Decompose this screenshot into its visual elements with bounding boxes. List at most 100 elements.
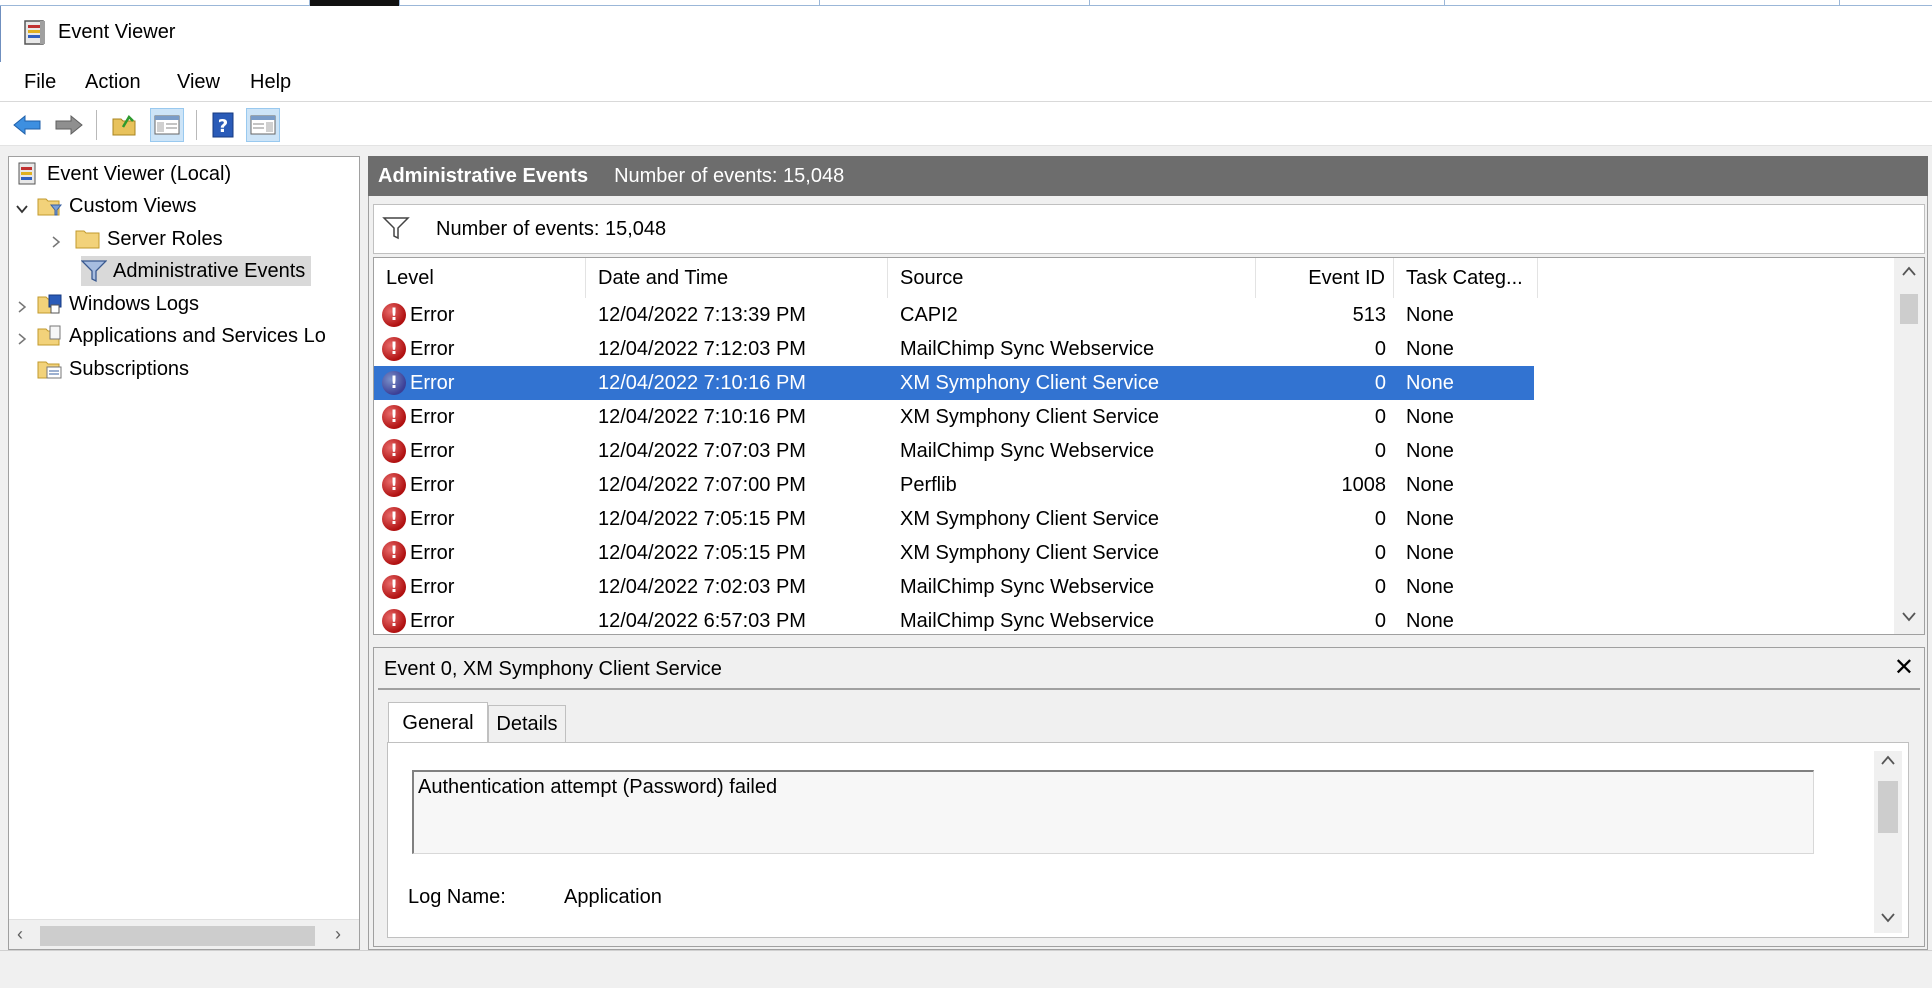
scroll-down-icon[interactable] <box>1881 911 1895 929</box>
column-header-task-category[interactable]: Task Categ... <box>1394 258 1538 298</box>
chevron-down-icon[interactable] <box>15 199 29 214</box>
forward-icon[interactable] <box>52 108 86 142</box>
menu-help[interactable]: Help <box>248 69 293 96</box>
table-row[interactable]: ! Error 12/04/2022 7:13:39 PM CAPI2 513 None <box>374 298 1534 332</box>
cell-task-category: None <box>1406 609 1454 632</box>
scroll-down-icon[interactable] <box>1902 610 1916 628</box>
cell-source: XM Symphony Client Service <box>900 541 1159 564</box>
cell-event-id: 0 <box>1374 337 1386 360</box>
menu-file[interactable]: File <box>22 69 58 96</box>
detail-vertical-scrollbar[interactable] <box>1874 751 1902 933</box>
tree-item-subscriptions[interactable]: Subscriptions <box>37 354 189 384</box>
table-row[interactable]: ! Error 12/04/2022 7:05:15 PM XM Symphony C… <box>374 536 1534 570</box>
table-row[interactable]: ! Error 12/04/2022 7:07:03 PM MailChimp Syn… <box>374 434 1534 468</box>
cell-source: XM Symphony Client Service <box>900 507 1159 530</box>
error-icon: ! <box>382 609 406 633</box>
divider <box>378 688 1920 690</box>
cell-date-time: 12/04/2022 7:05:15 PM <box>598 507 806 530</box>
close-icon[interactable]: ✕ <box>1894 653 1914 682</box>
cell-level: ! Error <box>382 366 582 400</box>
chevron-right-icon[interactable] <box>15 297 29 313</box>
cell-source: MailChimp Sync Webservice <box>900 337 1155 360</box>
table-row[interactable]: ! Error 12/04/2022 7:10:16 PM XM Symphony C… <box>374 400 1534 434</box>
show-hide-console-tree-icon[interactable] <box>150 108 184 142</box>
error-icon: ! <box>382 473 406 497</box>
scroll-left-icon[interactable]: ‹ <box>17 924 23 945</box>
table-row[interactable]: ! Error 12/04/2022 7:05:15 PM XM Symphony C… <box>374 502 1534 536</box>
table-row[interactable]: ! Error 12/04/2022 7:12:03 PM MailChimp Syn… <box>374 332 1534 366</box>
tree-horizontal-scrollbar[interactable]: ‹ › <box>9 919 359 949</box>
scrollbar-thumb[interactable] <box>1900 294 1918 324</box>
tree-label: Administrative Events <box>113 259 306 282</box>
level-text: Error <box>410 371 455 394</box>
column-header-source[interactable]: Source <box>888 258 1256 298</box>
tree-label: Custom Views <box>69 194 197 217</box>
event-detail-pane: Event 0, XM Symphony Client Service ✕ Ge… <box>373 647 1925 947</box>
cell-date-time: 12/04/2022 7:07:03 PM <box>598 439 806 462</box>
scroll-right-icon[interactable]: › <box>335 924 341 945</box>
windows-logs-icon <box>37 292 63 316</box>
toolbar-separator <box>196 110 197 140</box>
tree-item-windows-logs[interactable]: Windows Logs <box>15 289 199 319</box>
show-hide-action-pane-icon[interactable] <box>246 108 280 142</box>
column-label: Task Categ... <box>1406 266 1523 289</box>
table-row[interactable]: ! Error 12/04/2022 7:07:00 PM Perflib 1008 No… <box>374 468 1534 502</box>
cell-level: ! Error <box>382 604 582 634</box>
title-bar[interactable]: Event Viewer <box>0 6 1932 62</box>
event-viewer-app-icon <box>23 20 47 46</box>
tree-label: Event Viewer (Local) <box>47 162 232 185</box>
scroll-up-icon[interactable] <box>1881 753 1895 771</box>
column-header-level[interactable]: Level <box>374 258 586 298</box>
tab-details[interactable]: Details <box>488 705 566 743</box>
help-icon[interactable]: ? <box>206 108 240 142</box>
cell-event-id: 0 <box>1374 609 1386 632</box>
scrollbar-thumb[interactable] <box>40 926 315 946</box>
tree-item-custom-views[interactable]: Custom Views <box>15 191 196 221</box>
tree-item-server-roles[interactable]: Server Roles <box>49 224 223 254</box>
grid-header: Level Date and Time Source Event ID Task… <box>374 258 1894 298</box>
event-viewer-icon <box>15 162 41 186</box>
tab-label: Details <box>496 713 558 735</box>
scrollbar-thumb[interactable] <box>1878 781 1898 833</box>
tab-label: General <box>402 711 474 734</box>
column-header-event-id[interactable]: Event ID <box>1256 258 1394 298</box>
tree-label: Server Roles <box>107 227 223 250</box>
error-icon: ! <box>382 541 406 565</box>
console-tree: Event Viewer (Local) Custom Views Server… <box>8 156 360 950</box>
tree-item-administrative-events[interactable]: Administrative Events <box>81 256 312 286</box>
cell-date-time: 12/04/2022 7:02:03 PM <box>598 575 806 598</box>
general-tab-body: Authentication attempt (Password) failed… <box>387 742 1909 938</box>
table-row[interactable]: ! Error 12/04/2022 6:57:03 PM MailChimp Syn… <box>374 604 1534 634</box>
cell-source: XM Symphony Client Service <box>900 371 1159 394</box>
tree-item-event-viewer-local[interactable]: Event Viewer (Local) <box>15 159 231 189</box>
cell-level: ! Error <box>382 332 582 366</box>
table-row[interactable]: ! Error 12/04/2022 7:10:16 PM XM Symphony C… <box>374 366 1534 400</box>
cell-task-category: None <box>1406 371 1454 394</box>
chevron-right-icon[interactable] <box>49 232 63 248</box>
cell-source: CAPI2 <box>900 303 958 326</box>
level-text: Error <box>410 405 455 428</box>
chevron-right-icon[interactable] <box>15 329 29 345</box>
svg-text:?: ? <box>218 116 228 137</box>
menu-view[interactable]: View <box>175 69 222 96</box>
scroll-up-icon[interactable] <box>1902 264 1916 282</box>
level-text: Error <box>410 303 455 326</box>
table-row[interactable]: ! Error 12/04/2022 7:02:03 PM MailChimp Syn… <box>374 570 1534 604</box>
cell-level: ! Error <box>382 434 582 468</box>
back-icon[interactable] <box>10 108 44 142</box>
cell-task-category: None <box>1406 575 1454 598</box>
grid-vertical-scrollbar[interactable] <box>1894 258 1924 634</box>
cell-level: ! Error <box>382 298 582 332</box>
tree-item-applications-and-services[interactable]: Applications and Services Lo <box>15 321 326 351</box>
event-message-box[interactable]: Authentication attempt (Password) failed <box>412 770 1814 854</box>
toolbar: ? <box>0 102 1932 146</box>
cell-level: ! Error <box>382 400 582 434</box>
tab-general[interactable]: General <box>388 702 488 743</box>
open-folder-icon[interactable] <box>108 108 142 142</box>
cell-event-id: 0 <box>1374 439 1386 462</box>
filter-icon <box>382 215 410 247</box>
tree-label: Windows Logs <box>69 292 200 315</box>
column-header-date-time[interactable]: Date and Time <box>586 258 888 298</box>
menu-action[interactable]: Action <box>83 69 143 96</box>
toolbar-separator <box>96 110 97 140</box>
